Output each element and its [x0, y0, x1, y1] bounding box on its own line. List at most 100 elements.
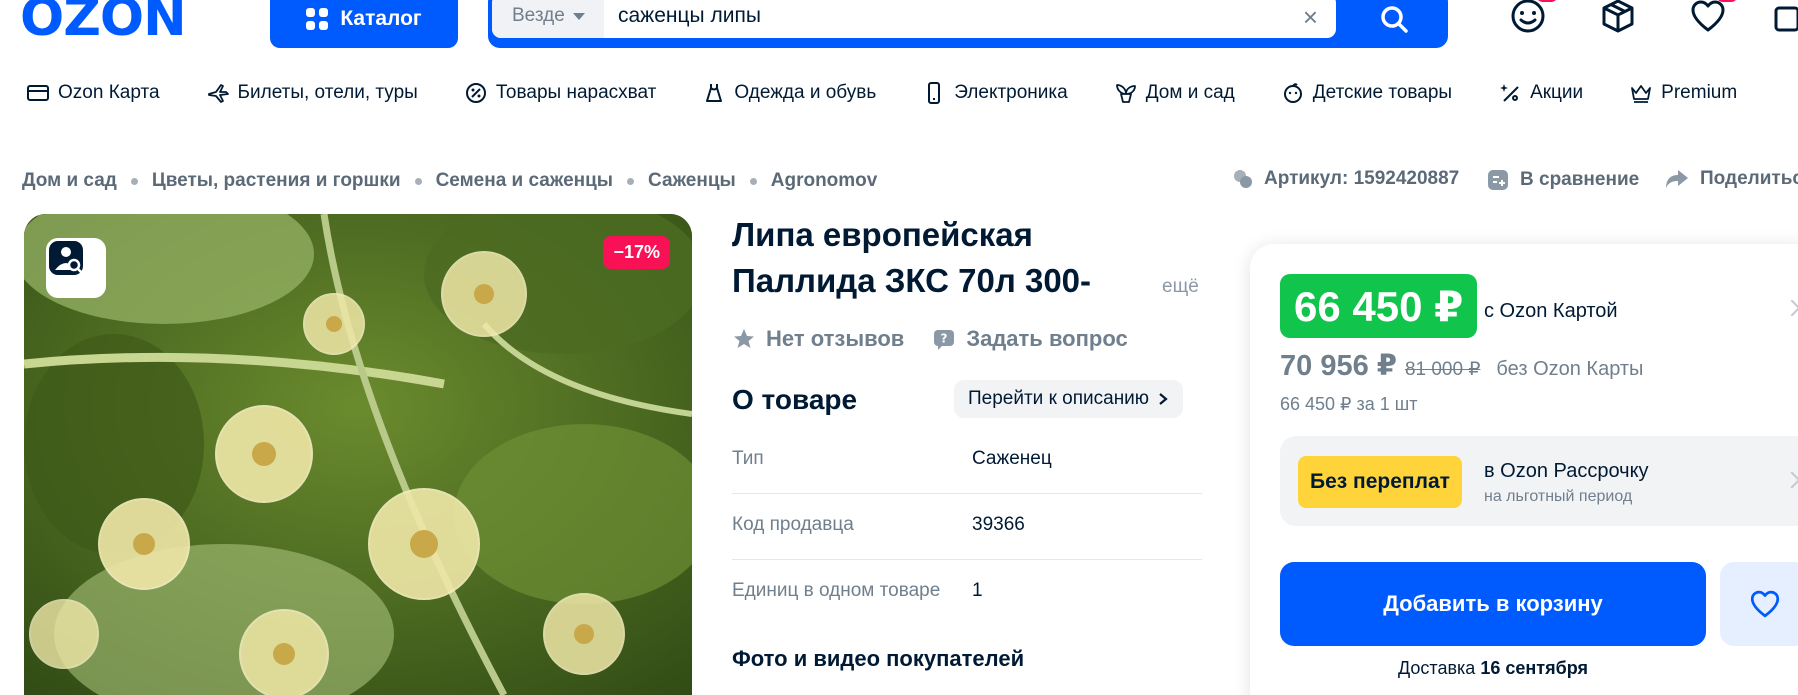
regular-price: 70 956 ₽: [1280, 350, 1397, 382]
plant-icon: [1115, 84, 1136, 103]
price-card: 66 450 ₽ с Ozon Картой 70 956 ₽ 81 000 ₽…: [1250, 244, 1798, 695]
breadcrumb-item[interactable]: Цветы, растения и горшки: [152, 170, 401, 192]
add-to-cart-button[interactable]: Добавить в корзину: [1280, 562, 1706, 646]
compare-label: В сравнение: [1520, 169, 1640, 190]
product-title: Липа европейская Паллида ЗКС 70л 300-: [732, 212, 1152, 304]
catalog-button[interactable]: Каталог: [270, 0, 458, 48]
breadcrumb-item[interactable]: Agronomov: [771, 170, 878, 192]
installment-banner[interactable]: Без переплат в Ozon Рассрочку на льготны…: [1280, 436, 1798, 526]
profile-button[interactable]: [1508, 0, 1558, 40]
chevron-right-icon: [1159, 393, 1168, 405]
header: OZON Каталог Везде ×: [0, 0, 1798, 60]
nav-item-home-garden[interactable]: Дом и сад: [1114, 81, 1235, 105]
share-button[interactable]: Поделиться: [1664, 168, 1798, 190]
price-without-card: 70 956 ₽ 81 000 ₽ без Ozon Карты: [1280, 348, 1643, 383]
spec-key: Код продавца: [732, 514, 854, 535]
search-scope-select[interactable]: Везде: [492, 0, 604, 38]
nav-item-kids[interactable]: Детские товары: [1281, 81, 1452, 105]
svg-text:?: ?: [941, 332, 948, 346]
breadcrumb-item[interactable]: Семена и саженцы: [436, 170, 613, 192]
spec-key: Единиц в одном товаре: [732, 580, 941, 601]
product-title-line2: Паллида ЗКС 70л 300-: [732, 262, 1092, 299]
breadcrumb-item[interactable]: Дом и сад: [22, 170, 117, 192]
nav-item-electronics[interactable]: Электроника: [922, 81, 1068, 105]
nav-item-promotions[interactable]: Акции: [1498, 81, 1583, 105]
smile-icon: [1511, 0, 1545, 33]
share-label: Поделиться: [1700, 168, 1798, 189]
sparkle-percent-icon: [1500, 84, 1519, 102]
spec-value: 1: [972, 580, 983, 601]
title-more-link[interactable]: ещё: [1162, 276, 1199, 298]
nav-item-ozon-card[interactable]: Ozon Карта: [26, 81, 160, 105]
catalog-label: Каталог: [340, 7, 422, 30]
nav-item-bestsellers[interactable]: Товары нарасхват: [464, 81, 656, 105]
search-button[interactable]: [1340, 0, 1448, 48]
percent-icon: [465, 83, 486, 103]
delivery-prefix: Доставка: [1398, 658, 1476, 678]
photo-search-icon: [49, 241, 83, 275]
search-input[interactable]: [604, 0, 1264, 36]
cart-icon: [1774, 6, 1798, 32]
article-number[interactable]: Артикул: 1592420887: [1232, 168, 1459, 190]
breadcrumb: Дом и сад Цветы, растения и горшки Семен…: [22, 170, 877, 192]
breadcrumb-item[interactable]: Саженцы: [648, 170, 736, 192]
spec-row: Код продавца 39366: [732, 494, 1202, 560]
ozon-logo[interactable]: OZON: [20, 0, 187, 48]
reviews-row: Нет отзывов ? Задать вопрос: [732, 326, 1128, 352]
spec-row: Единиц в одном товаре 1: [732, 560, 1202, 626]
goto-description-button[interactable]: Перейти к описанию: [954, 380, 1184, 418]
nav-item-label: Одежда и обувь: [734, 82, 877, 103]
nav-item-label: Детские товары: [1312, 82, 1453, 103]
card-icon: [27, 85, 49, 101]
orders-button[interactable]: [1598, 0, 1642, 40]
breadcrumb-separator: [627, 177, 635, 185]
with-ozon-card-label: с Ozon Картой: [1484, 300, 1618, 322]
category-nav: Ozon Карта Билеты, отели, туры Товары на…: [26, 78, 1783, 108]
compare-icon: [1488, 170, 1508, 190]
crown-icon: [1631, 85, 1652, 103]
breadcrumb-separator: [130, 177, 138, 185]
nav-item-clothes[interactable]: Одежда и обувь: [702, 81, 876, 105]
article-label: Артикул: 1592420887: [1264, 168, 1460, 189]
without-card-label: без Ozon Карты: [1496, 358, 1644, 380]
spec-key: Тип: [732, 448, 764, 469]
clear-search-icon[interactable]: ×: [1303, 2, 1318, 33]
title-fade: [1100, 262, 1140, 302]
search-bar: Везде ×: [488, 0, 1448, 48]
no-reviews-label: Нет отзывов: [766, 326, 905, 351]
cart-button[interactable]: [1770, 0, 1798, 40]
dress-icon: [706, 84, 723, 102]
installment-subtitle: на льготный период: [1484, 488, 1633, 505]
price-per-unit: 66 450 ₽ за 1 шт: [1280, 394, 1418, 414]
nav-item-premium[interactable]: Premium: [1629, 81, 1737, 105]
nav-item-tickets[interactable]: Билеты, отели, туры: [206, 81, 418, 105]
share-icon: [1666, 170, 1688, 188]
breadcrumb-separator: [414, 177, 422, 185]
linden-flowers-photo: [24, 214, 692, 695]
delivery-info: Доставка 16 сентября: [1280, 658, 1706, 679]
ozon-card-price: 66 450 ₽: [1280, 274, 1478, 338]
no-reviews-link[interactable]: Нет отзывов: [732, 326, 904, 352]
spec-value: Саженец: [972, 448, 1052, 469]
chevron-right-icon[interactable]: [1783, 299, 1798, 317]
box-icon: [1602, 0, 1634, 33]
phone-icon: [928, 82, 941, 104]
chevron-down-icon: [572, 12, 585, 20]
nav-item-label: Premium: [1661, 82, 1738, 103]
add-to-favorites-button[interactable]: [1720, 562, 1798, 646]
search-icon: [1381, 6, 1408, 33]
compare-button[interactable]: В сравнение: [1486, 168, 1639, 192]
nav-item-label: Дом и сад: [1145, 82, 1235, 103]
nav-item-label: Билеты, отели, туры: [237, 82, 418, 103]
search-by-photo-button[interactable]: [46, 238, 106, 298]
product-image[interactable]: −17%: [24, 214, 692, 695]
no-overpay-badge: Без переплат: [1298, 456, 1462, 508]
search-scope-label: Везде: [512, 5, 565, 26]
baby-icon: [1283, 83, 1302, 103]
goto-description-label: Перейти к описанию: [968, 388, 1150, 409]
customer-photos-heading: Фото и видео покупателей: [732, 646, 1025, 671]
star-icon: [734, 329, 754, 348]
spec-value: 39366: [972, 514, 1025, 535]
ask-question-link[interactable]: ? Задать вопрос: [932, 326, 1128, 352]
favorites-button[interactable]: [1688, 0, 1738, 40]
